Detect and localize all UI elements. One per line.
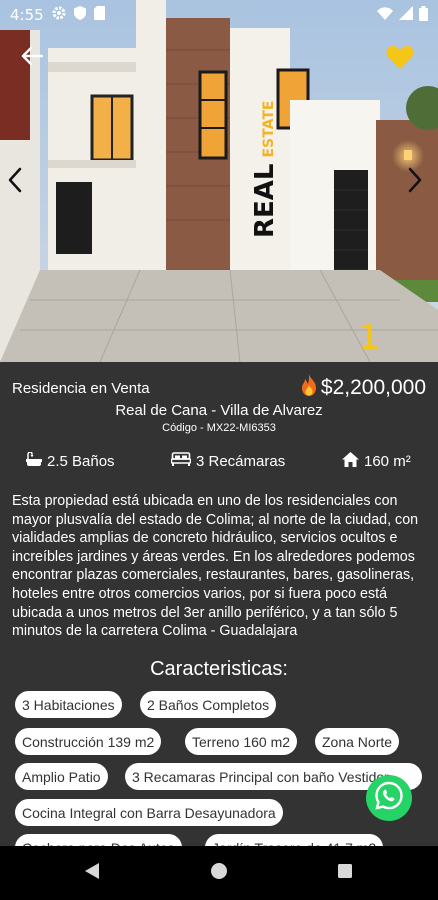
gear-icon xyxy=(52,6,66,24)
area-stat: 160 m² xyxy=(342,452,411,471)
bathrooms-value: 2.5 Baños xyxy=(47,453,115,470)
property-stats: 2.5 Baños 3 Recámaras 160 m² xyxy=(0,451,438,474)
favorite-button[interactable] xyxy=(384,44,416,74)
chevron-right-icon xyxy=(408,167,422,198)
sign-text: REAL xyxy=(250,163,280,238)
status-time: 4:55 xyxy=(10,6,44,24)
bathrooms-stat: 2.5 Baños xyxy=(26,451,115,471)
feature-chip: Terreno 160 m2 xyxy=(185,728,298,755)
battery-icon xyxy=(419,5,428,25)
price: $2,200,000 xyxy=(300,374,426,402)
heart-icon xyxy=(386,45,414,74)
price-value: $2,200,000 xyxy=(320,376,426,399)
back-button[interactable] xyxy=(16,42,48,74)
feature-chip: Cocina Integral con Barra Desayunadora xyxy=(15,799,283,826)
nav-home-button[interactable] xyxy=(209,862,229,885)
chevron-left-icon xyxy=(8,167,22,198)
bedrooms-value: 3 Recámaras xyxy=(196,452,286,470)
feature-chip: Construcción 139 m2 xyxy=(15,728,162,755)
listing-type: Residencia en Venta xyxy=(12,379,150,397)
sign-accent-text: ESTATE xyxy=(261,100,277,158)
nav-back-button[interactable] xyxy=(82,862,102,884)
whatsapp-button[interactable] xyxy=(366,775,412,821)
shield-icon xyxy=(73,6,86,24)
bed-icon xyxy=(170,452,192,470)
arrow-left-icon xyxy=(21,46,44,71)
property-code: Código - MX22-MI6353 xyxy=(162,422,276,434)
features-title: Caracteristicas: xyxy=(150,658,288,680)
whatsapp-icon xyxy=(373,780,405,817)
status-bar: 4:55 xyxy=(0,0,438,30)
square-recents-icon xyxy=(337,863,353,884)
system-navigation-bar xyxy=(0,846,438,900)
area-value: 160 m² xyxy=(364,453,411,470)
sd-card-icon xyxy=(93,6,105,24)
home-icon xyxy=(342,452,359,471)
location: Real de Cana - Villa de Alvarez xyxy=(115,402,323,419)
signal-icon xyxy=(399,6,413,24)
next-image-button[interactable] xyxy=(402,166,428,198)
bathtub-icon xyxy=(26,451,42,471)
property-photo[interactable]: REAL ESTATE xyxy=(0,0,438,362)
real-estate-sign: REAL ESTATE xyxy=(250,101,280,238)
bedrooms-stat: 3 Recámaras xyxy=(170,452,286,470)
house-photo-illustration xyxy=(0,0,438,362)
feature-chip: Amplio Patio xyxy=(15,763,108,790)
wifi-icon xyxy=(377,6,393,24)
feature-chip: 2 Baños Completos xyxy=(140,691,277,718)
property-description: Esta propiedad está ubicada en uno de lo… xyxy=(12,493,419,640)
feature-chip: Zona Norte xyxy=(315,728,400,755)
circle-home-icon xyxy=(210,862,228,885)
fire-icon xyxy=(300,374,318,402)
feature-chip: 3 Habitaciones xyxy=(15,691,122,718)
previous-image-button[interactable] xyxy=(2,166,28,198)
nav-recents-button[interactable] xyxy=(335,863,355,883)
image-counter: 1 xyxy=(358,318,380,358)
triangle-back-icon xyxy=(85,862,99,884)
